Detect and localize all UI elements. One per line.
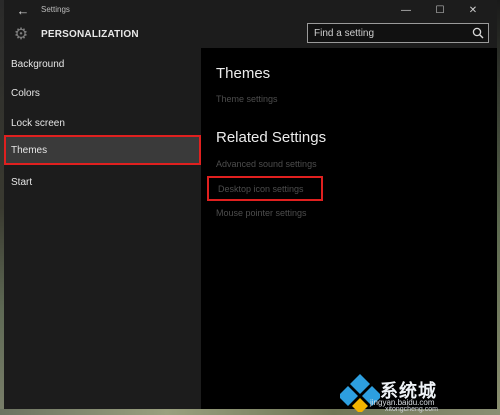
settings-window: ← Settings — ☐ ✕ ⚙ PERSONALIZATION Backg… <box>4 0 497 409</box>
gear-icon: ⚙ <box>13 26 29 43</box>
watermark: 系统城 jingyan.baidu.com xitongcheng.com <box>340 372 500 413</box>
themes-heading: Themes <box>216 65 271 82</box>
search-input[interactable] <box>308 24 468 42</box>
watermark-site-secondary: xitongcheng.com <box>385 406 438 413</box>
sidebar-item-colors[interactable]: Colors <box>4 78 201 108</box>
title-bar: ← Settings — ☐ ✕ <box>4 0 497 22</box>
sidebar-item-background[interactable]: Background <box>4 49 201 79</box>
search-box[interactable] <box>307 23 489 43</box>
sidebar-item-label: Colors <box>11 88 40 99</box>
advanced-sound-settings-link[interactable]: Advanced sound settings <box>216 159 317 169</box>
sidebar: Background Colors Lock screen Themes Sta… <box>4 48 201 409</box>
sidebar-item-lock-screen[interactable]: Lock screen <box>4 108 201 138</box>
minimize-button[interactable]: — <box>393 2 419 20</box>
sidebar-item-label: Lock screen <box>11 118 65 129</box>
sidebar-item-themes[interactable]: Themes <box>4 135 201 165</box>
desktop-icon-settings-link[interactable]: Desktop icon settings <box>207 176 323 201</box>
page-title: PERSONALIZATION <box>41 29 139 40</box>
related-settings-heading: Related Settings <box>216 129 327 146</box>
desktop-icon-settings-label: Desktop icon settings <box>218 184 304 194</box>
back-button[interactable]: ← <box>12 2 34 20</box>
main-content: Themes Theme settings Related Settings A… <box>201 48 497 409</box>
page-header: ⚙ PERSONALIZATION <box>4 22 497 48</box>
close-button[interactable]: ✕ <box>460 2 486 20</box>
sidebar-item-label: Background <box>11 59 65 70</box>
maximize-button[interactable]: ☐ <box>427 2 453 20</box>
window-title: Settings <box>41 5 70 14</box>
sidebar-item-label: Themes <box>11 145 48 156</box>
theme-settings-link[interactable]: Theme settings <box>216 94 278 104</box>
mouse-pointer-settings-link[interactable]: Mouse pointer settings <box>216 208 307 218</box>
search-icon[interactable] <box>472 27 484 39</box>
sidebar-item-start[interactable]: Start <box>4 167 201 197</box>
back-arrow-icon: ← <box>16 3 30 18</box>
sidebar-item-label: Start <box>11 177 33 188</box>
